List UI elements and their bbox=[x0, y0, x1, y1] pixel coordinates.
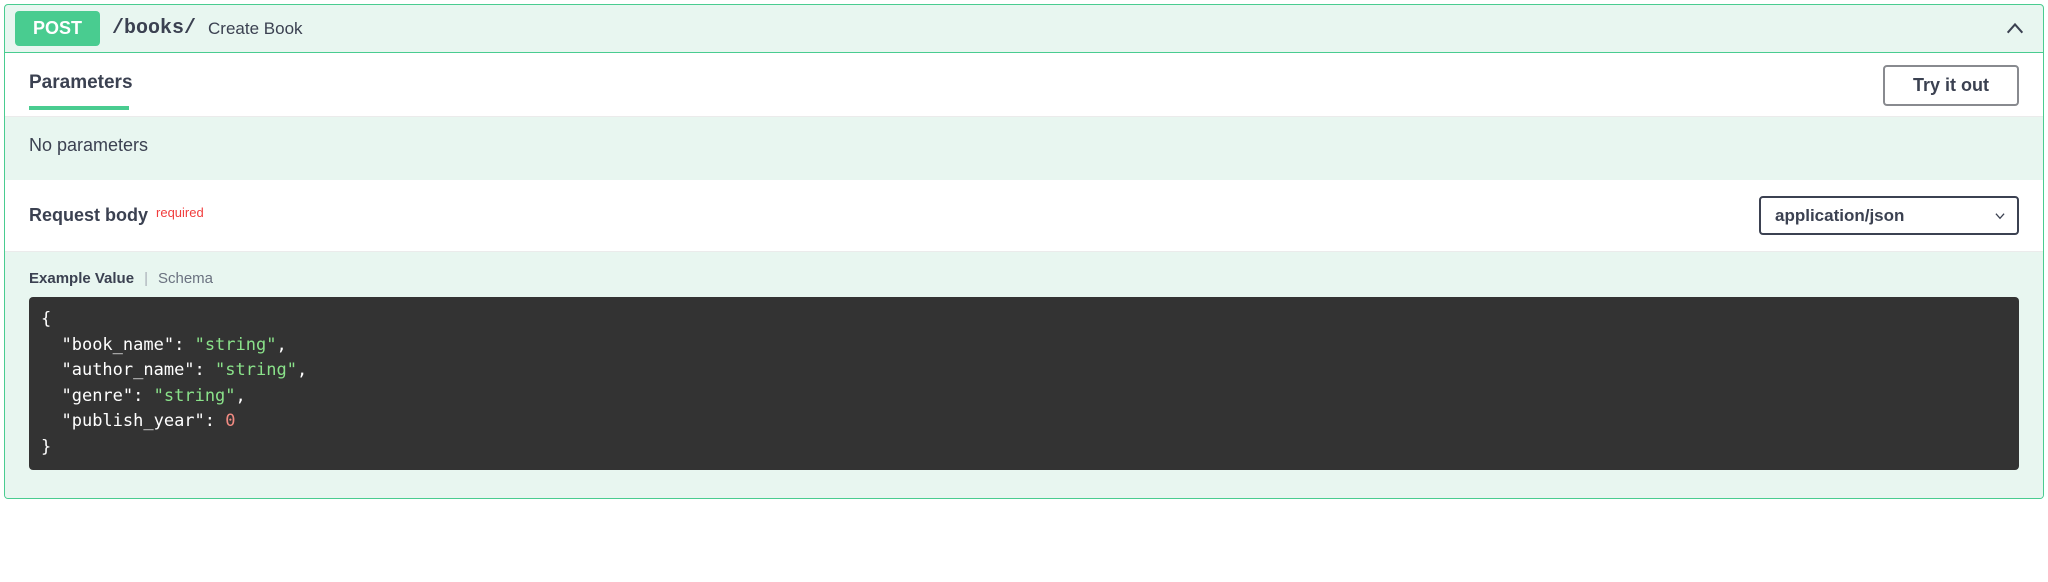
request-body-title: Request body bbox=[29, 205, 148, 226]
content-type-select-wrap: application/json bbox=[1759, 196, 2019, 235]
example-body-code[interactable]: { "book_name": "string", "author_name": … bbox=[29, 297, 2019, 470]
request-body-header: Request body required application/json bbox=[5, 180, 2043, 252]
operation-block: POST /books/ Create Book Parameters Try … bbox=[4, 4, 2044, 499]
endpoint-summary: Create Book bbox=[208, 19, 303, 39]
endpoint-path: /books/ bbox=[112, 17, 196, 40]
chevron-up-icon[interactable] bbox=[2003, 17, 2027, 41]
content-type-select[interactable]: application/json bbox=[1759, 196, 2019, 235]
parameters-header: Parameters Try it out bbox=[5, 53, 2043, 117]
parameters-title: Parameters bbox=[29, 72, 133, 108]
body-tabs: Example Value | Schema bbox=[29, 270, 2019, 287]
http-method-badge: POST bbox=[15, 11, 100, 46]
request-body-content: Example Value | Schema { "book_name": "s… bbox=[5, 252, 2043, 498]
required-badge: required bbox=[156, 205, 204, 220]
tab-underline bbox=[29, 106, 129, 110]
operation-summary-row[interactable]: POST /books/ Create Book bbox=[5, 5, 2043, 53]
tab-schema[interactable]: Schema bbox=[158, 270, 213, 287]
no-parameters-text: No parameters bbox=[5, 117, 2043, 180]
try-it-out-button[interactable]: Try it out bbox=[1883, 65, 2019, 106]
tab-example-value[interactable]: Example Value bbox=[29, 270, 134, 287]
tab-divider: | bbox=[144, 270, 148, 287]
